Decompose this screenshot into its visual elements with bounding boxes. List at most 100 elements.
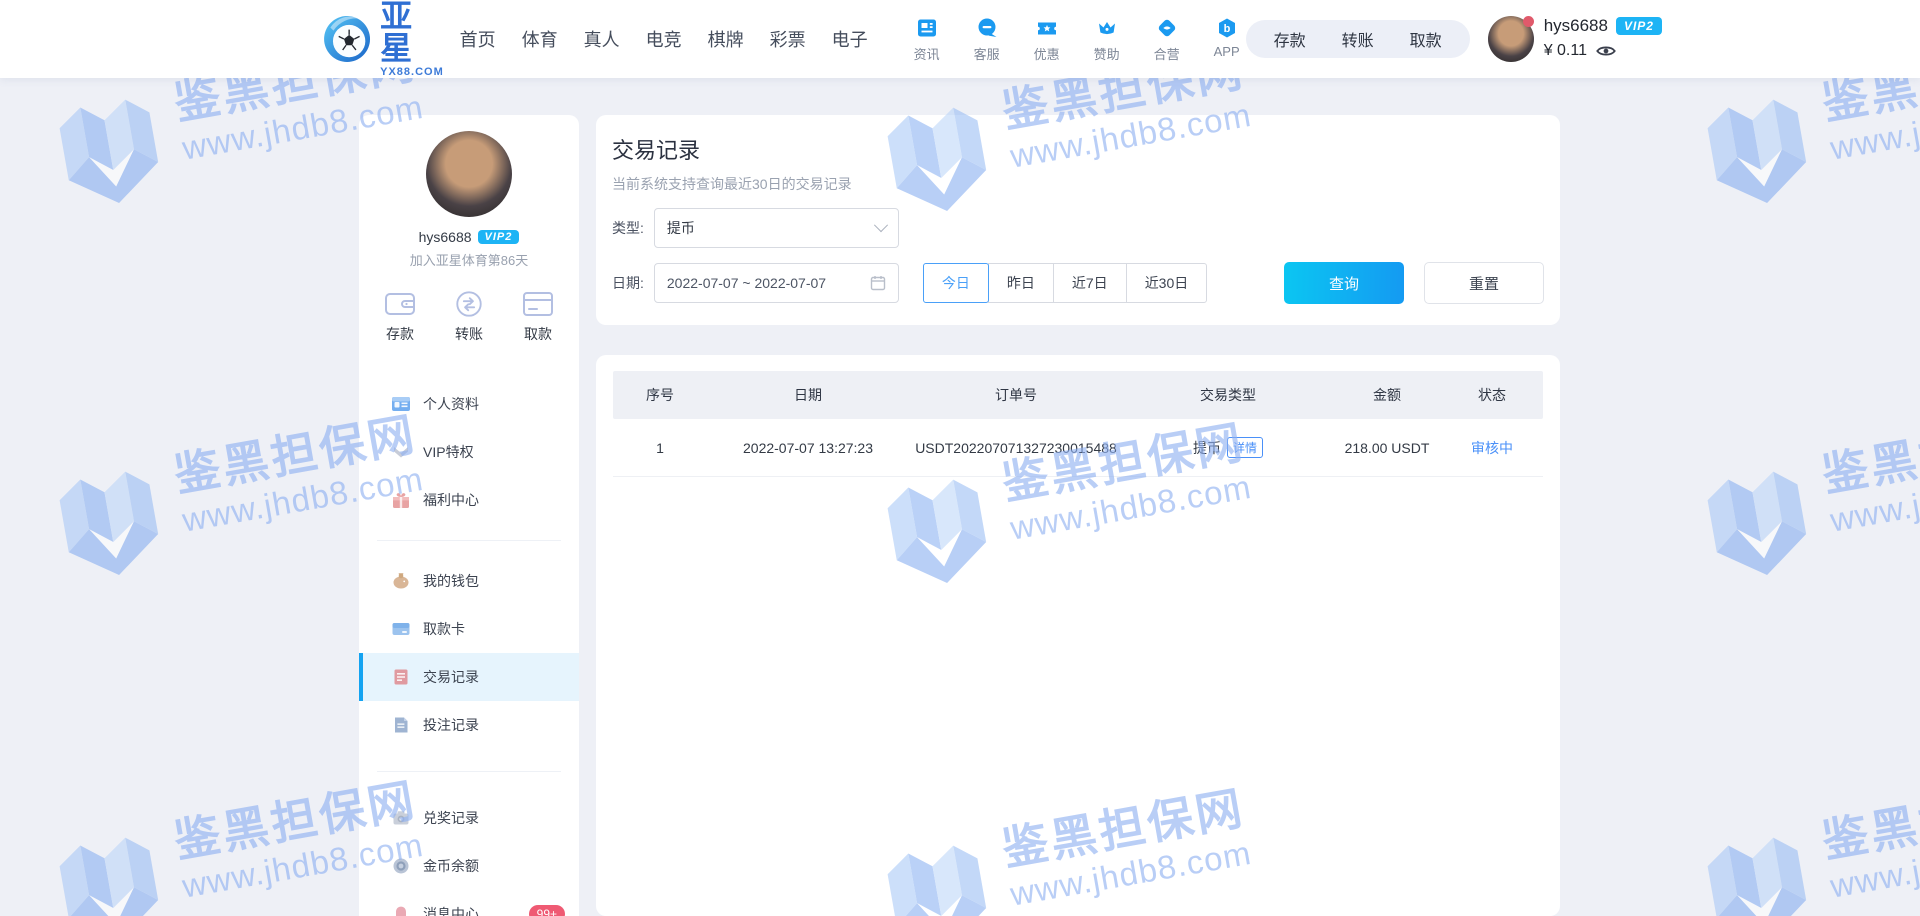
bet-record-icon bbox=[391, 715, 411, 735]
query-button[interactable]: 查询 bbox=[1284, 262, 1404, 304]
col-type: 交易类型 bbox=[1123, 385, 1333, 405]
coin-balance-icon bbox=[391, 856, 411, 876]
icon-nav-service[interactable]: 客服 bbox=[968, 16, 1006, 63]
cell-order-no: USDT202207071327230015488 bbox=[909, 440, 1123, 456]
range-today-button[interactable]: 今日 bbox=[923, 263, 989, 303]
menu-label: 消息中心 bbox=[423, 904, 479, 916]
username: hys6688 bbox=[1544, 16, 1608, 36]
transfer-quick-action[interactable]: 转账 bbox=[453, 289, 485, 344]
notification-dot bbox=[1523, 16, 1534, 27]
vip-privilege-icon bbox=[391, 442, 411, 462]
watermark-logo-icon bbox=[40, 79, 179, 218]
nav-item-chess[interactable]: 棋牌 bbox=[708, 26, 744, 52]
nav-item-sports[interactable]: 体育 bbox=[522, 26, 558, 52]
quick-action-label: 存款 bbox=[386, 324, 414, 344]
header-deposit-button[interactable]: 存款 bbox=[1274, 27, 1306, 51]
watermark-site-url: www.jhdb8.com bbox=[1827, 88, 1920, 166]
watermark-logo-icon bbox=[1688, 79, 1827, 218]
watermark-site-url: www.jhdb8.com bbox=[1827, 460, 1920, 538]
calendar-icon bbox=[870, 275, 886, 291]
crown-icon bbox=[1095, 16, 1119, 40]
balance-amount: ¥ 0.11 bbox=[1544, 42, 1587, 60]
watermark-logo-icon bbox=[40, 451, 179, 590]
app-icon: b bbox=[1215, 16, 1239, 40]
cell-no: 1 bbox=[613, 440, 707, 456]
brand-name: 亚星 bbox=[380, 0, 446, 64]
sidebar-item-withdraw-card[interactable]: 取款卡 bbox=[359, 605, 579, 653]
sidebar-item-coins[interactable]: 金币余额 bbox=[359, 842, 579, 890]
type-text: 提币 bbox=[1193, 438, 1221, 458]
type-label: 类型: bbox=[612, 218, 644, 238]
type-select-value: 提币 bbox=[667, 218, 876, 238]
date-range-input[interactable]: 2022-07-07 ~ 2022-07-07 bbox=[654, 263, 899, 303]
icon-nav-label: 资讯 bbox=[914, 44, 940, 63]
vip-badge: VIP2 bbox=[1616, 17, 1662, 35]
main-nav: 首页 体育 真人 电竞 棋牌 彩票 电子 bbox=[460, 26, 868, 52]
sidebar-item-prizes[interactable]: 兑奖记录 bbox=[359, 794, 579, 842]
reset-button[interactable]: 重置 bbox=[1424, 262, 1544, 304]
sidebar-item-profile[interactable]: 个人资料 bbox=[359, 380, 579, 428]
header-transfer-button[interactable]: 转账 bbox=[1342, 27, 1374, 51]
sidebar-item-welfare[interactable]: 福利中心 bbox=[359, 476, 579, 524]
records-table-card: 序号 日期 订单号 交易类型 金额 状态 1 2022-07-07 13:27:… bbox=[596, 355, 1560, 916]
icon-nav-label: 赞助 bbox=[1094, 44, 1120, 63]
news-icon bbox=[915, 16, 939, 40]
sidebar-item-messages[interactable]: 消息中心 99+ bbox=[359, 890, 579, 916]
nav-item-slots[interactable]: 电子 bbox=[832, 26, 868, 52]
range-30days-button[interactable]: 近30日 bbox=[1126, 263, 1208, 303]
deposit-quick-action[interactable]: 存款 bbox=[383, 289, 417, 344]
piggy-bank-icon bbox=[391, 571, 411, 591]
watermark-logo-icon bbox=[1688, 817, 1827, 916]
nav-item-live[interactable]: 真人 bbox=[584, 26, 620, 52]
user-block[interactable]: hys6688 VIP2 ¥ 0.11 bbox=[1488, 16, 1662, 62]
icon-nav-label: 优惠 bbox=[1034, 44, 1060, 63]
menu-divider bbox=[377, 540, 561, 541]
icon-nav-app[interactable]: b APP bbox=[1208, 16, 1246, 63]
sidebar-item-bets[interactable]: 投注记录 bbox=[359, 701, 579, 749]
site-logo[interactable]: 亚星 YX88.COM bbox=[322, 0, 446, 78]
unread-count-badge: 99+ bbox=[529, 905, 565, 916]
detail-tag-button[interactable]: 详情 bbox=[1227, 437, 1263, 458]
profile-section: hys6688 VIP2 加入亚星体育第86天 bbox=[359, 115, 579, 269]
joined-days-text: 加入亚星体育第86天 bbox=[359, 250, 579, 269]
menu-label: 个人资料 bbox=[423, 394, 479, 414]
sidebar-item-wallet[interactable]: 我的钱包 bbox=[359, 557, 579, 605]
card-icon bbox=[391, 619, 411, 639]
page-subtitle: 当前系统支持查询最近30日的交易记录 bbox=[612, 174, 1544, 194]
withdraw-quick-action[interactable]: 取款 bbox=[521, 289, 555, 344]
watermark: 鉴黑担保网 www.jhdb8.com bbox=[1688, 407, 1920, 591]
page-title: 交易记录 bbox=[612, 133, 1544, 165]
range-yesterday-button[interactable]: 昨日 bbox=[988, 263, 1054, 303]
menu-label: 我的钱包 bbox=[423, 571, 479, 591]
icon-nav-promo[interactable]: 优惠 bbox=[1028, 16, 1066, 63]
sidebar-item-vip[interactable]: VIP特权 bbox=[359, 428, 579, 476]
icon-nav-sponsor[interactable]: 赞助 bbox=[1088, 16, 1126, 63]
avatar[interactable] bbox=[1488, 16, 1534, 62]
type-select[interactable]: 提币 bbox=[654, 208, 899, 248]
table-header: 序号 日期 订单号 交易类型 金额 状态 bbox=[613, 371, 1543, 419]
watermark-site-url: www.jhdb8.com bbox=[1827, 826, 1920, 904]
icon-nav-news[interactable]: 资讯 bbox=[908, 16, 946, 63]
avatar[interactable] bbox=[426, 131, 512, 217]
menu-divider bbox=[377, 771, 561, 772]
icon-nav-label: 客服 bbox=[974, 44, 1000, 63]
filter-card: 交易记录 当前系统支持查询最近30日的交易记录 类型: 提币 日期: 2022-… bbox=[596, 115, 1560, 325]
sidebar-menu: 个人资料 VIP特权 福利中心 bbox=[359, 380, 579, 916]
watermark: 鉴黑担保网 www.jhdb8.com bbox=[1688, 773, 1920, 916]
icon-nav-partner[interactable]: 合营 bbox=[1148, 16, 1186, 63]
header-withdraw-button[interactable]: 取款 bbox=[1410, 27, 1442, 51]
nav-item-home[interactable]: 首页 bbox=[460, 26, 496, 52]
cell-amount: 218.00 USDT bbox=[1333, 440, 1441, 456]
cell-type: 提币 详情 bbox=[1123, 437, 1333, 458]
sidebar-item-transactions[interactable]: 交易记录 bbox=[359, 653, 579, 701]
nav-item-esports[interactable]: 电竞 bbox=[646, 26, 682, 52]
menu-label: 金币余额 bbox=[423, 856, 479, 876]
watermark-site-name: 鉴黑担保网 bbox=[1818, 775, 1920, 867]
transaction-doc-icon bbox=[391, 667, 411, 687]
eye-icon[interactable] bbox=[1595, 40, 1617, 62]
range-7days-button[interactable]: 近7日 bbox=[1053, 263, 1127, 303]
ticket-icon bbox=[1035, 16, 1059, 40]
vip-badge: VIP2 bbox=[478, 230, 520, 244]
nav-item-lottery[interactable]: 彩票 bbox=[770, 26, 806, 52]
page: 亚星 YX88.COM 首页 体育 真人 电竞 棋牌 彩票 电子 bbox=[0, 0, 1920, 916]
